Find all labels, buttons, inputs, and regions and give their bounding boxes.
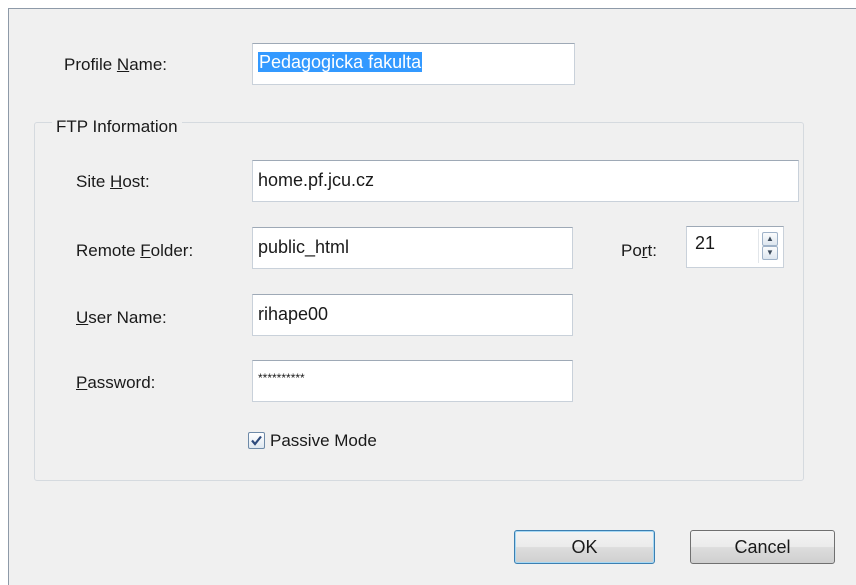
user-name-input[interactable]: rihape00	[252, 294, 573, 336]
ok-button[interactable]: OK	[514, 530, 655, 564]
port-spinner[interactable]: ▲ ▼	[758, 229, 780, 263]
ftp-information-title: FTP Information	[52, 117, 182, 137]
remote-folder-input[interactable]: public_html	[252, 227, 573, 269]
password-input[interactable]: **********	[252, 360, 573, 402]
profile-name-value: Pedagogicka fakulta	[258, 52, 423, 72]
spin-down-icon[interactable]: ▼	[762, 246, 778, 260]
spin-up-icon[interactable]: ▲	[762, 232, 778, 246]
port-value: 21	[695, 233, 716, 253]
profile-name-label: Profile Name:	[64, 55, 167, 74]
site-host-input[interactable]: home.pf.jcu.cz	[252, 160, 799, 202]
remote-folder-label: Remote Folder:	[76, 241, 194, 260]
cancel-button[interactable]: Cancel	[690, 530, 835, 564]
user-name-label: User Name:	[76, 308, 167, 327]
passive-mode-checkbox[interactable]	[248, 432, 265, 449]
passive-mode-label[interactable]: Passive Mode	[270, 431, 377, 451]
password-label: Password:	[76, 373, 156, 392]
profile-name-input[interactable]: Pedagogicka fakulta	[252, 43, 575, 85]
port-label: Port:	[621, 241, 657, 260]
site-host-label: Site Host:	[76, 172, 150, 191]
checkmark-icon	[251, 435, 262, 446]
